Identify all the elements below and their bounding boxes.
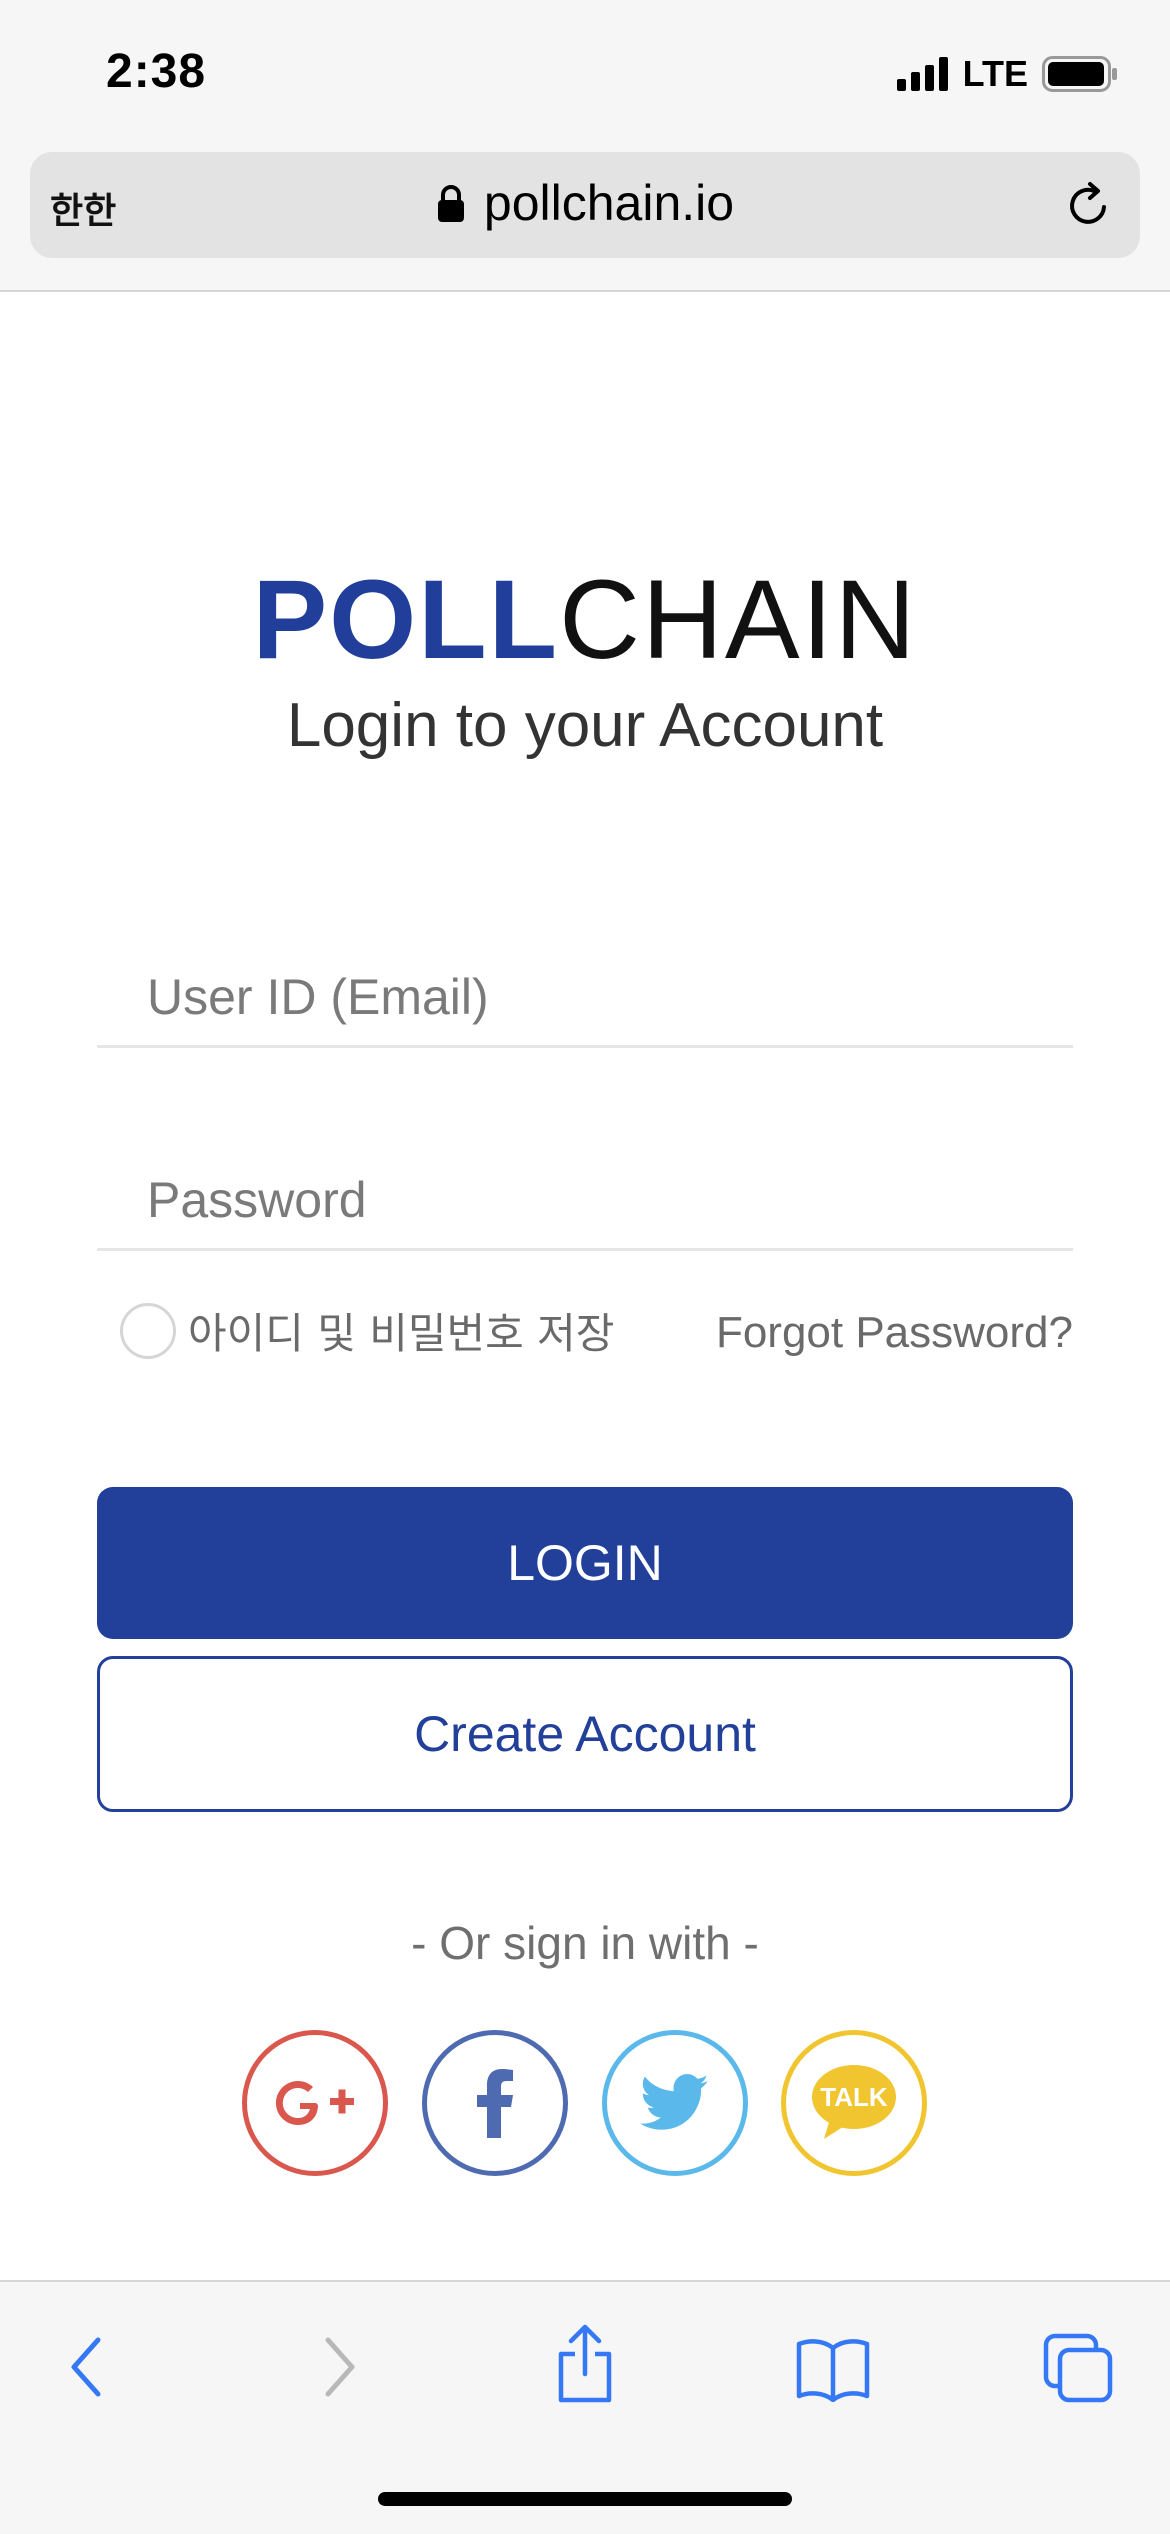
forgot-password-link[interactable]: Forgot Password? — [716, 1308, 1073, 1358]
pollchain-logo: POLLCHAIN — [0, 560, 1170, 680]
kakaotalk-button[interactable]: TALK — [781, 2030, 927, 2176]
battery-icon — [1042, 56, 1117, 92]
browser-address-area: 한한 pollchain.io — [0, 150, 1170, 292]
google-plus-button[interactable] — [242, 2030, 388, 2176]
logo-chain: CHAIN — [559, 557, 918, 682]
signal-icon — [896, 57, 948, 91]
page-title: Login to your Account — [286, 691, 884, 760]
tabs-icon[interactable] — [1042, 2332, 1114, 2404]
status-time: 2:38 — [106, 45, 207, 98]
url-text: pollchain.io — [483, 175, 735, 231]
status-indicators: LTE — [896, 52, 1118, 96]
password-field[interactable] — [145, 1164, 1049, 1236]
back-icon[interactable] — [66, 2334, 106, 2400]
remember-credentials[interactable]: 아이디 및 비밀번호 저장 — [120, 1300, 614, 1361]
social-heading: - Or sign in with - — [411, 1917, 759, 1969]
status-bar: 2:38 LTE — [0, 0, 1170, 150]
share-icon[interactable] — [553, 2324, 617, 2404]
google-plus-icon — [275, 2081, 354, 2126]
lock-icon — [437, 185, 464, 222]
twitter-button[interactable] — [602, 2030, 748, 2176]
login-button[interactable]: LOGIN — [97, 1487, 1073, 1639]
address-bar[interactable]: 한한 pollchain.io — [30, 152, 1140, 258]
create-account-button[interactable]: Create Account — [97, 1656, 1073, 1812]
password-field-container — [97, 1148, 1073, 1251]
home-indicator[interactable] — [378, 2492, 792, 2506]
kakao-talk-text: TALK — [820, 2082, 888, 2112]
facebook-icon — [477, 2069, 513, 2138]
logo-poll: POLL — [252, 557, 560, 682]
bookmarks-icon[interactable] — [795, 2338, 871, 2402]
kakaotalk-icon: TALK — [812, 2065, 896, 2139]
email-field-container — [97, 945, 1073, 1048]
carrier-label: LTE — [962, 53, 1028, 94]
email-field[interactable] — [145, 961, 1049, 1033]
url-display[interactable]: pollchain.io — [30, 174, 1140, 232]
forward-icon[interactable] — [320, 2334, 360, 2400]
remember-radio[interactable] — [120, 1302, 176, 1359]
remember-label: 아이디 및 비밀번호 저장 — [188, 1309, 615, 1358]
reload-icon[interactable] — [1064, 180, 1114, 230]
twitter-icon — [640, 2074, 709, 2130]
facebook-button[interactable] — [422, 2030, 568, 2176]
